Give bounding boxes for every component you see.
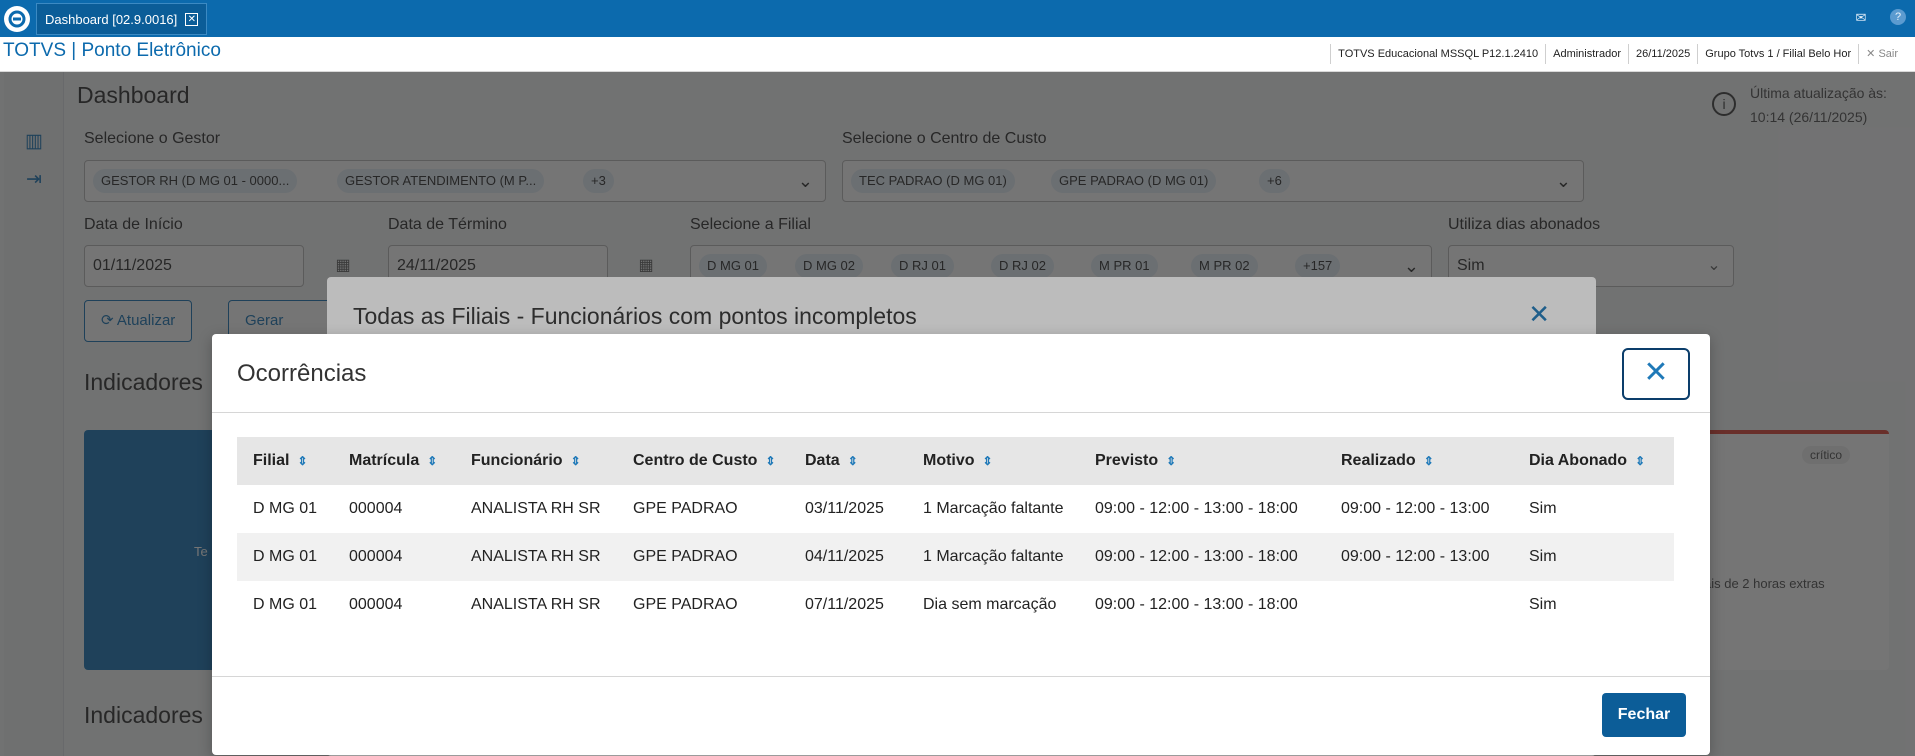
session-info: TOTVS Educacional MSSQL P12.1.2410 Admin… — [1330, 44, 1905, 64]
table-cell: 03/11/2025 — [805, 500, 884, 517]
close-icon: ✕ — [1866, 48, 1876, 60]
close-button[interactable]: ✕ — [1622, 348, 1690, 400]
table-cell: 1 Marcação faltante — [923, 500, 1064, 517]
table-cell: ANALISTA RH SR — [455, 533, 617, 581]
table-cell: Sim — [1513, 533, 1674, 581]
column-header[interactable]: Funcionário ⇕ — [455, 437, 617, 485]
column-header[interactable]: Realizado ⇕ — [1325, 437, 1513, 485]
table-cell: GPE PADRAO — [617, 533, 789, 581]
table-cell: D MG 01 — [253, 596, 318, 613]
table-row[interactable]: D MG 01 000004 ANALISTA RH SR GPE PADRAO… — [237, 581, 1674, 629]
tab-close-icon[interactable]: ✕ — [185, 12, 199, 26]
table-cell: 000004 — [333, 533, 455, 581]
column-label: Funcionário — [471, 452, 563, 469]
table-cell: GPE PADRAO — [633, 596, 738, 613]
tab-title: Dashboard [02.9.0016] — [45, 11, 178, 27]
top-bar: Dashboard [02.9.0016] ✕ ✉ ? — [0, 0, 1915, 37]
environment-info: TOTVS Educacional MSSQL P12.1.2410 — [1330, 44, 1545, 64]
table-cell: Sim — [1529, 596, 1557, 613]
table-cell: GPE PADRAO — [633, 500, 738, 517]
exit-button[interactable]: ✕ Sair — [1858, 44, 1905, 64]
column-header[interactable]: Centro de Custo ⇕ — [617, 437, 789, 485]
exit-label: Sair — [1878, 48, 1898, 60]
help-icon[interactable]: ? — [1890, 9, 1906, 25]
mail-icon[interactable]: ✉ — [1852, 9, 1870, 27]
sort-icon[interactable]: ⇕ — [1635, 454, 1645, 468]
sort-icon[interactable]: ⇕ — [571, 454, 581, 468]
table-cell: 000004 — [349, 596, 403, 613]
app-title: TOTVS | Ponto Eletrônico — [3, 40, 221, 61]
column-label: Previsto — [1095, 452, 1159, 469]
table-cell: 04/11/2025 — [789, 533, 907, 581]
app-header: TOTVS | Ponto Eletrônico TOTVS Educacion… — [0, 37, 1915, 72]
table-row[interactable]: D MG 01 000004 ANALISTA RH SR GPE PADRAO… — [237, 533, 1674, 581]
column-header[interactable]: Filial ⇕ — [237, 437, 333, 485]
sort-icon[interactable]: ⇕ — [765, 454, 775, 468]
table-row[interactable]: D MG 01 000004 ANALISTA RH SR GPE PADRAO… — [237, 485, 1674, 533]
table-cell: Dia sem marcação — [923, 596, 1057, 613]
sort-icon[interactable]: ⇕ — [427, 454, 437, 468]
column-label: Realizado — [1341, 452, 1416, 469]
sort-icon[interactable]: ⇕ — [848, 454, 858, 468]
column-header[interactable]: Motivo ⇕ — [907, 437, 1079, 485]
table-cell: 09:00 - 12:00 - 13:00 - 18:00 — [1095, 596, 1298, 613]
table-cell: 07/11/2025 — [805, 596, 884, 613]
close-icon: ✕ — [1643, 356, 1669, 389]
table-cell: 09:00 - 12:00 - 13:00 - 18:00 — [1079, 533, 1325, 581]
modal-title: Ocorrências — [237, 360, 367, 387]
table-cell: 09:00 - 12:00 - 13:00 - 18:00 — [1095, 500, 1298, 517]
column-header[interactable]: Data ⇕ — [789, 437, 907, 485]
table-cell: Sim — [1529, 500, 1557, 517]
sort-icon[interactable]: ⇕ — [1424, 454, 1434, 468]
sort-icon[interactable]: ⇕ — [297, 454, 307, 468]
sort-icon[interactable]: ⇕ — [1166, 454, 1176, 468]
ocorrencias-table: Filial ⇕ Matrícula ⇕ Funcionário ⇕ Centro d… — [237, 437, 1674, 629]
column-header[interactable]: Matrícula ⇕ — [333, 437, 455, 485]
table-cell — [1325, 581, 1513, 629]
table-cell: D MG 01 — [237, 533, 333, 581]
branch-info: Grupo Totvs 1 / Filial Belo Hor — [1697, 44, 1858, 64]
column-label: Data — [805, 452, 840, 469]
table-header-row: Filial ⇕ Matrícula ⇕ Funcionário ⇕ Centro d… — [237, 437, 1674, 485]
table-cell: 09:00 - 12:00 - 13:00 — [1341, 500, 1490, 517]
column-header[interactable]: Dia Abonado ⇕ — [1513, 437, 1674, 485]
table-cell: 000004 — [349, 500, 403, 517]
ocorrencias-modal: Ocorrências ✕ Filial ⇕ Matrícula ⇕ Funcion… — [212, 334, 1710, 755]
date-info: 26/11/2025 — [1627, 44, 1697, 64]
divider — [212, 676, 1710, 677]
table-cell: ANALISTA RH SR — [471, 500, 601, 517]
table-cell: 1 Marcação faltante — [907, 533, 1079, 581]
table-cell: ANALISTA RH SR — [471, 596, 601, 613]
column-label: Motivo — [923, 452, 975, 469]
divider — [212, 412, 1710, 413]
totvs-logo-icon — [4, 6, 30, 32]
tab-dashboard[interactable]: Dashboard [02.9.0016] ✕ — [36, 3, 208, 35]
fechar-button[interactable]: Fechar — [1602, 693, 1686, 737]
column-label: Matrícula — [349, 452, 420, 469]
table-cell: D MG 01 — [253, 500, 318, 517]
column-header[interactable]: Previsto ⇕ — [1079, 437, 1325, 485]
column-label: Dia Abonado — [1529, 452, 1628, 469]
column-label: Filial — [253, 452, 290, 469]
column-label: Centro de Custo — [633, 452, 758, 469]
table-cell: 09:00 - 12:00 - 13:00 — [1325, 533, 1513, 581]
user-info: Administrador — [1545, 44, 1628, 64]
sort-icon[interactable]: ⇕ — [983, 454, 993, 468]
